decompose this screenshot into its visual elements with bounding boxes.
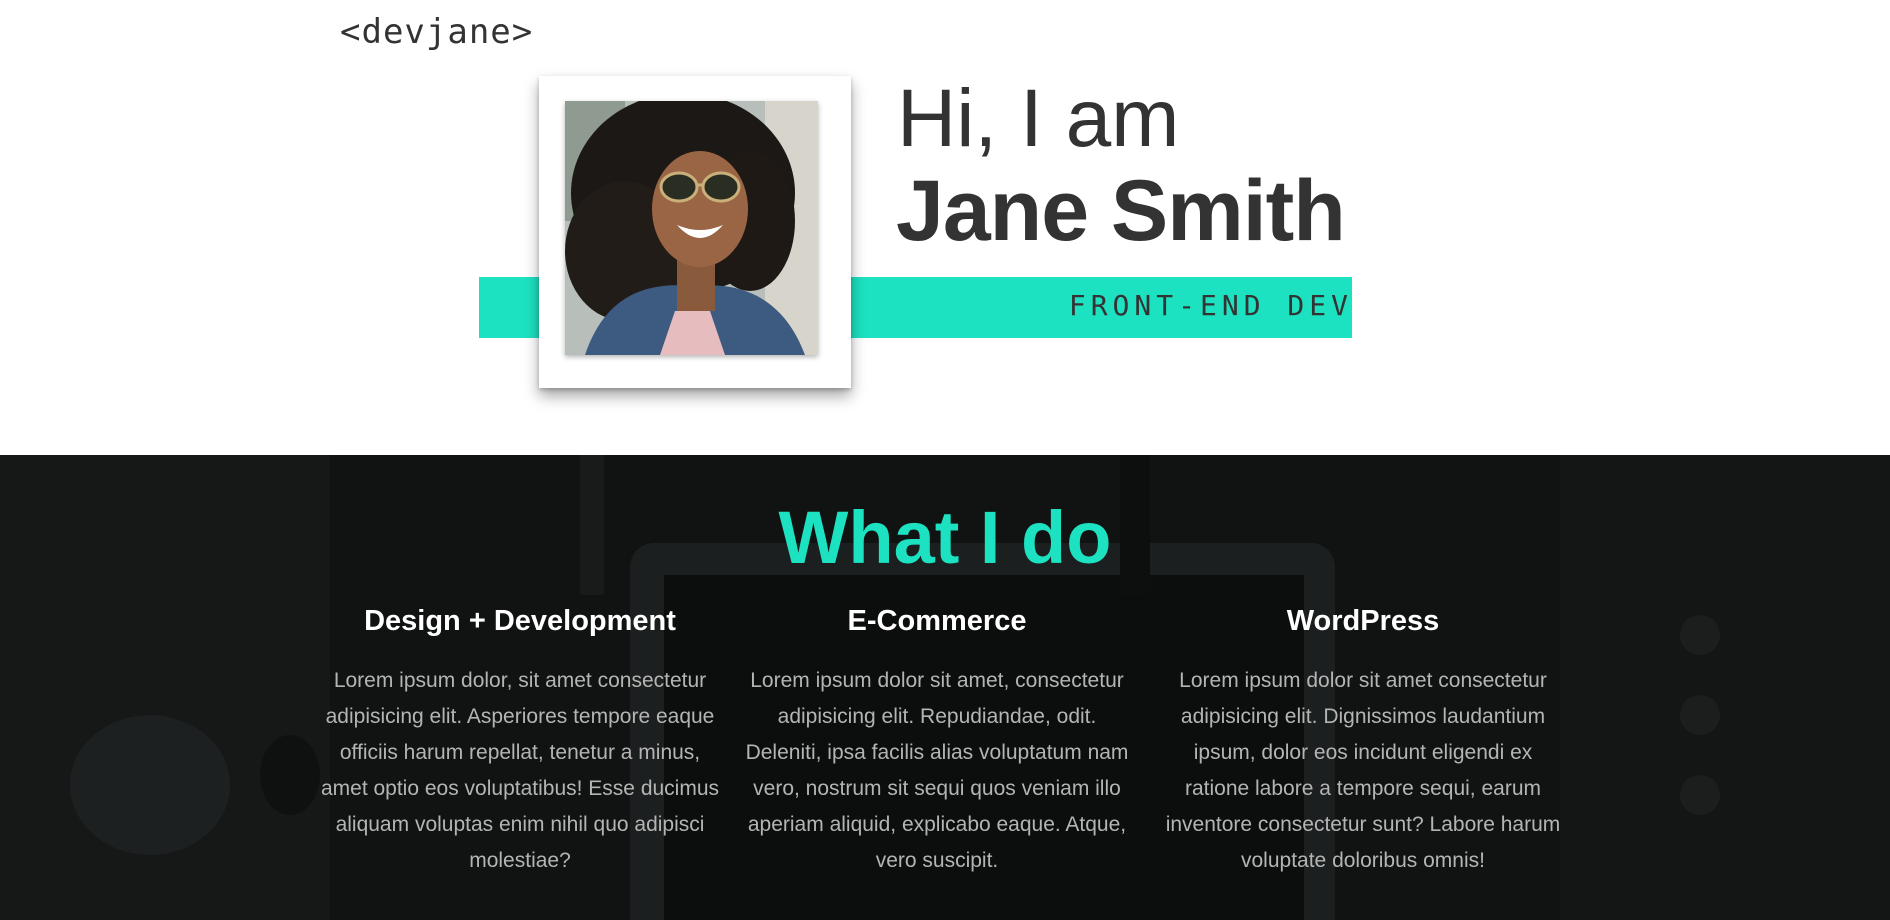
portrait-image bbox=[565, 101, 818, 355]
profile-photo bbox=[565, 101, 818, 355]
service-title: E-Commerce bbox=[847, 605, 1027, 637]
service-description: Lorem ipsum dolor sit amet consectetur a… bbox=[1165, 668, 1561, 872]
service-card-design: Design + Development Lorem ipsum dolor, … bbox=[320, 603, 720, 879]
profile-photo-frame bbox=[539, 76, 851, 388]
services-title: What I do bbox=[778, 496, 1112, 579]
service-title: Design + Development bbox=[364, 605, 676, 637]
hero-section: FRONT-END DEV Hi, I am Jane Smith bbox=[0, 0, 1890, 455]
service-card-wordpress: WordPress Lorem ipsum dolor sit amet con… bbox=[1163, 603, 1563, 879]
service-card-ecommerce: E-Commerce Lorem ipsum dolor sit amet, c… bbox=[737, 603, 1137, 879]
service-description: Lorem ipsum dolor, sit amet consectetur … bbox=[320, 668, 720, 872]
services-section: What I do Design + Development Lorem ips… bbox=[0, 455, 1890, 920]
hero-greeting: Hi, I am bbox=[897, 73, 1180, 164]
hero-name: Jane Smith bbox=[896, 163, 1346, 259]
role-title: FRONT-END DEV bbox=[1068, 289, 1353, 322]
service-description: Lorem ipsum dolor sit amet, consectetur … bbox=[745, 668, 1129, 872]
service-title: WordPress bbox=[1286, 605, 1440, 637]
